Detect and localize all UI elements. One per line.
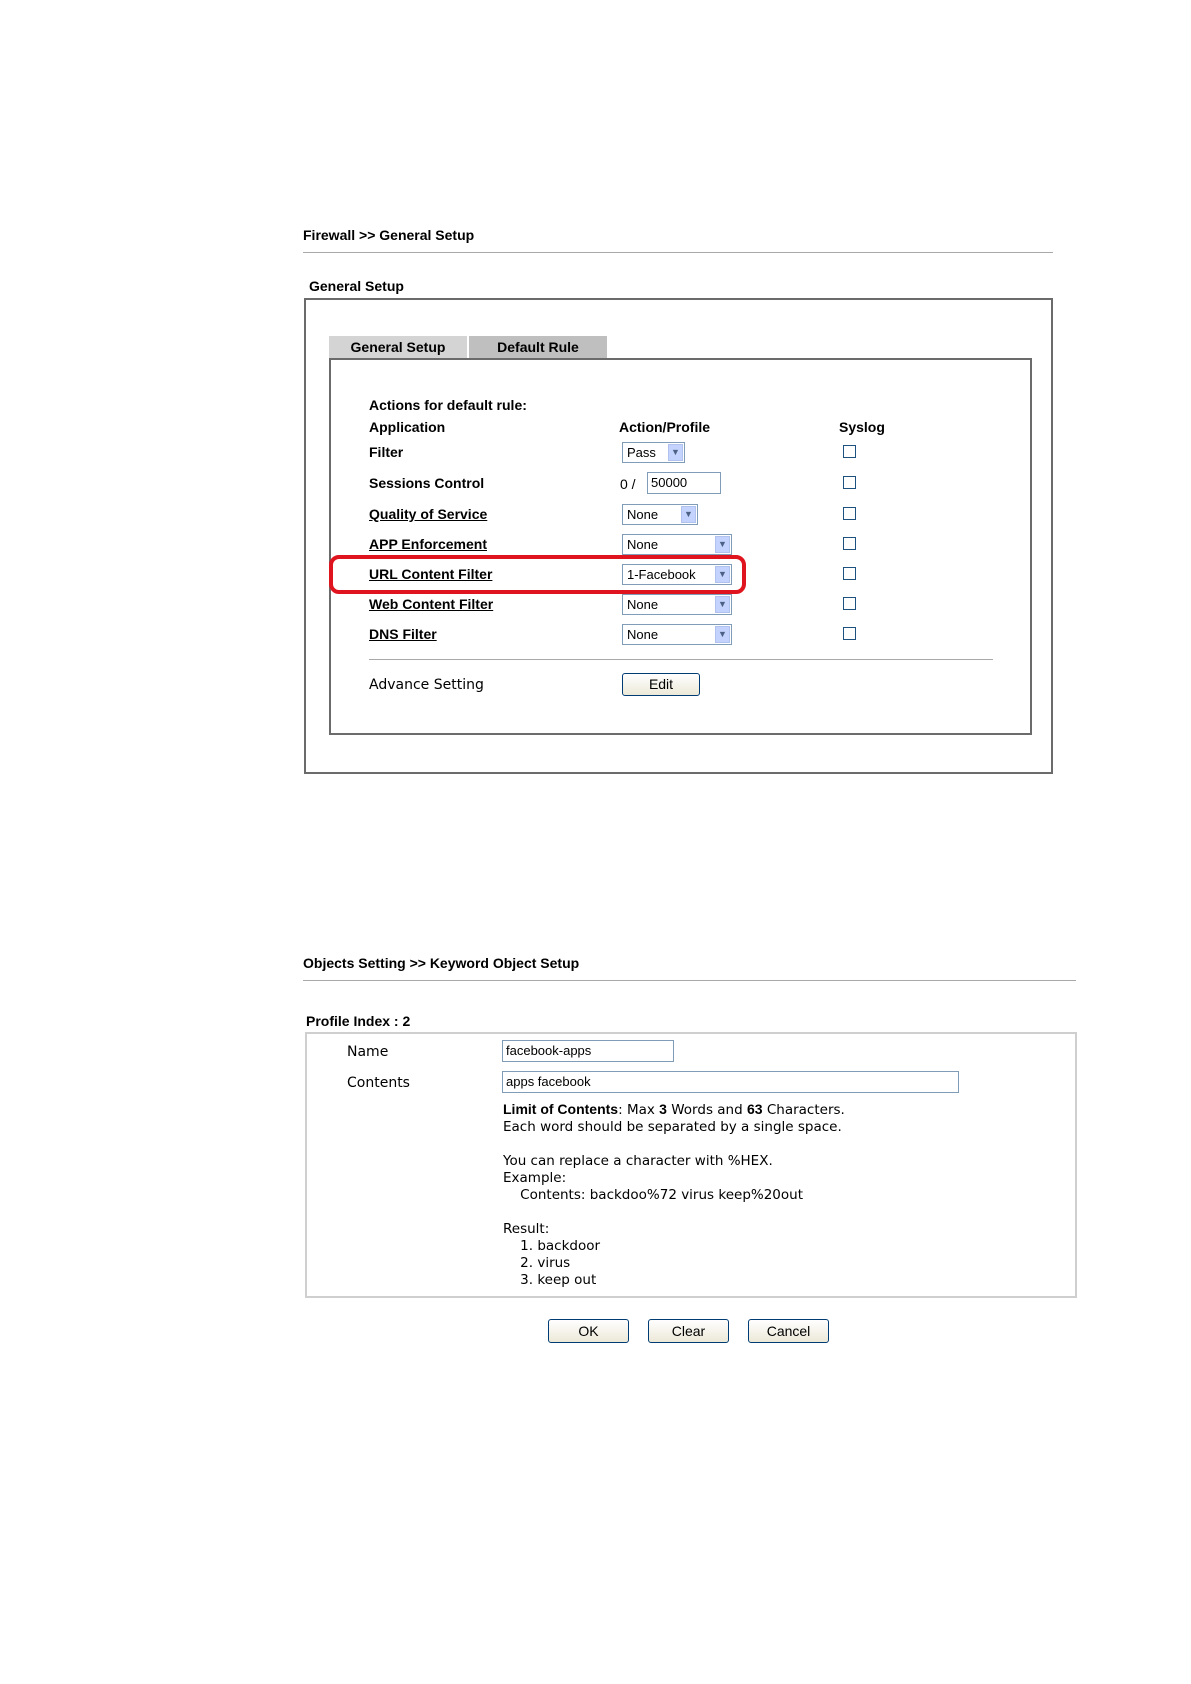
ok-button[interactable]: OK — [548, 1319, 629, 1343]
row-label-dns-filter[interactable]: DNS Filter — [369, 626, 437, 642]
limit-chars: 63 — [746, 1101, 763, 1117]
example-label: Example: — [503, 1170, 567, 1186]
column-header-syslog: Syslog — [839, 419, 885, 435]
row-label-sessions-control: Sessions Control — [369, 475, 485, 491]
app-enforcement-select[interactable]: None ▼ — [622, 534, 732, 555]
result-item: 3. keep out — [503, 1272, 597, 1288]
url-content-filter-highlight — [329, 555, 746, 594]
firewall-breadcrumb: Firewall >> General Setup — [303, 227, 475, 243]
filter-action-select[interactable]: Pass ▼ — [622, 442, 685, 463]
row-label-quality-of-service[interactable]: Quality of Service — [369, 506, 487, 522]
advance-setting-label: Advance Setting — [369, 677, 484, 693]
web-content-filter-syslog-checkbox[interactable] — [843, 597, 856, 610]
sessions-syslog-checkbox[interactable] — [843, 476, 856, 489]
example-line: Contents: backdoo%72 virus keep%20out — [503, 1187, 803, 1203]
cancel-button[interactable]: Cancel — [748, 1319, 829, 1343]
column-header-application: Application — [369, 419, 446, 435]
dns-filter-value: None — [627, 627, 659, 642]
row-label-filter: Filter — [369, 444, 404, 460]
filter-action-value: Pass — [627, 445, 656, 460]
column-header-action-profile: Action/Profile — [619, 419, 711, 435]
limit-text-1: : Max — [618, 1102, 660, 1118]
breadcrumb-divider — [303, 252, 1053, 253]
web-content-filter-select[interactable]: None ▼ — [622, 594, 732, 615]
name-input[interactable]: facebook-apps — [502, 1040, 674, 1062]
profile-index-title: Profile Index : 2 — [306, 1013, 411, 1029]
name-label: Name — [347, 1044, 389, 1060]
advance-setting-divider — [369, 659, 993, 660]
edit-advance-setting-button[interactable]: Edit — [622, 673, 700, 696]
default-rule-heading: Actions for default rule: — [369, 397, 527, 413]
contents-input[interactable]: apps facebook — [502, 1071, 959, 1093]
chevron-down-icon: ▼ — [715, 536, 730, 553]
keyword-breadcrumb: Objects Setting >> Keyword Object Setup — [303, 955, 580, 971]
dns-filter-select[interactable]: None ▼ — [622, 624, 732, 645]
qos-action-select[interactable]: None ▼ — [622, 504, 698, 525]
sessions-current-count: 0 / — [620, 476, 636, 492]
sessions-limit-input[interactable]: 50000 — [647, 472, 721, 494]
qos-action-value: None — [627, 507, 659, 522]
result-item: 2. virus — [503, 1255, 571, 1271]
result-label: Result: — [503, 1221, 550, 1237]
chevron-down-icon: ▼ — [681, 506, 696, 523]
url-content-filter-syslog-checkbox[interactable] — [843, 567, 856, 580]
general-setup-section-title: General Setup — [309, 278, 404, 294]
chevron-down-icon: ▼ — [668, 444, 683, 461]
web-content-filter-value: None — [627, 597, 659, 612]
tab-general-setup[interactable]: General Setup — [329, 336, 467, 358]
limit-text-2: Words and — [666, 1102, 747, 1118]
limit-line: Limit of Contents: Max 3 Words and 63 Ch… — [503, 1101, 845, 1119]
app-enforcement-value: None — [627, 537, 659, 552]
chevron-down-icon: ▼ — [715, 596, 730, 613]
keyword-breadcrumb-divider — [303, 980, 1076, 981]
row-label-web-content-filter[interactable]: Web Content Filter — [369, 596, 493, 612]
contents-help-text: Limit of Contents: Max 3 Words and 63 Ch… — [503, 1101, 845, 1289]
limit-text-3: Characters. — [762, 1102, 845, 1118]
app-enforcement-syslog-checkbox[interactable] — [843, 537, 856, 550]
clear-button[interactable]: Clear — [648, 1319, 729, 1343]
hex-line: You can replace a character with %HEX. — [503, 1153, 773, 1169]
limit-words: 3 — [659, 1101, 667, 1117]
separator-line: Each word should be separated by a singl… — [503, 1119, 842, 1135]
qos-syslog-checkbox[interactable] — [843, 507, 856, 520]
filter-syslog-checkbox[interactable] — [843, 445, 856, 458]
result-item: 1. backdoor — [503, 1238, 601, 1254]
limit-bold: Limit of Contents — [503, 1101, 619, 1117]
row-label-app-enforcement[interactable]: APP Enforcement — [369, 536, 487, 552]
tab-default-rule[interactable]: Default Rule — [469, 336, 607, 358]
chevron-down-icon: ▼ — [715, 626, 730, 643]
dns-filter-syslog-checkbox[interactable] — [843, 627, 856, 640]
contents-label: Contents — [347, 1075, 410, 1091]
